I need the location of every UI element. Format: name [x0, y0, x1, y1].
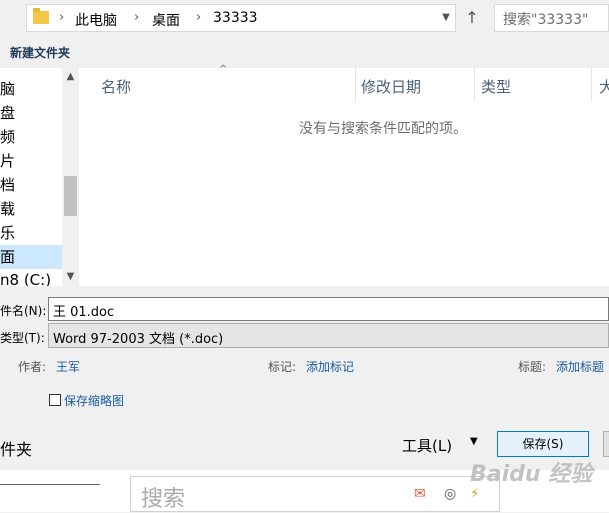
sort-up-icon: ^ [219, 64, 228, 75]
nav-item[interactable]: 脑 [0, 77, 62, 101]
tray-icon[interactable]: ✉ [414, 486, 426, 502]
empty-message: 没有与搜索条件匹配的项。 [299, 121, 467, 137]
tags-label: 标记: [268, 360, 297, 374]
nav-item[interactable]: 档 [0, 173, 62, 197]
chevron-down-icon[interactable]: ▼ [62, 268, 79, 286]
tags-value[interactable]: 添加标记 [306, 358, 354, 375]
breadcrumb-separator: › [134, 10, 140, 25]
nav-item[interactable]: 乐 [0, 221, 62, 245]
filetype-select[interactable]: Word 97-2003 文档 (*.doc) [48, 323, 609, 348]
breadcrumb-separator: › [196, 10, 202, 25]
column-divider[interactable] [355, 68, 356, 102]
tray-icon[interactable]: ⚡ [470, 486, 480, 502]
refresh-icon[interactable]: ↑ [458, 4, 486, 32]
filetype-label: 类型(T): [0, 331, 45, 345]
column-divider[interactable] [591, 68, 592, 102]
watermark: Baidu 经验 [470, 462, 593, 487]
author-value[interactable]: 王军 [56, 358, 80, 375]
column-header-type[interactable]: 类型 [481, 76, 511, 97]
breadcrumb-this-pc[interactable]: 此电脑 [75, 10, 117, 30]
file-list: ^ 名称 修改日期 类型 大 没有与搜索条件匹配的项。 [79, 64, 609, 286]
chevron-up-icon[interactable]: ▲ [62, 68, 79, 86]
address-bar[interactable]: › 此电脑 › 桌面 › 33333 [26, 4, 456, 32]
filename-input[interactable]: 王 01.doc [48, 297, 609, 321]
search-input[interactable]: 搜索"33333" [494, 4, 609, 32]
nav-item[interactable]: 频 [0, 125, 62, 149]
nav-item[interactable]: 载 [0, 197, 62, 221]
filename-label: 件名(N): [0, 304, 47, 318]
save-thumbnail-label[interactable]: 保存缩略图 [64, 392, 124, 409]
nav-item[interactable]: 片 [0, 149, 62, 173]
column-header-name[interactable]: 名称 [101, 76, 131, 97]
nav-item-desktop[interactable]: 面 [0, 245, 62, 269]
cancel-button[interactable] [603, 431, 609, 457]
nav-item[interactable]: 盘 [0, 101, 62, 125]
new-folder-button[interactable]: 新建文件夹 [10, 44, 70, 61]
title-value[interactable]: 添加标题 [556, 358, 604, 375]
tools-button[interactable]: 工具(L) [402, 435, 452, 456]
scrollbar-thumb[interactable] [64, 176, 77, 216]
breadcrumb-separator: › [59, 10, 65, 25]
hide-folders-button[interactable]: 件夹 [0, 436, 32, 460]
navigation-pane: 脑 盘 频 片 档 载 乐 面 n8 (C:) [0, 68, 62, 286]
save-thumbnail-checkbox[interactable] [49, 394, 61, 406]
chevron-down-icon[interactable]: ▼ [470, 436, 478, 447]
nav-item-drive-c[interactable]: n8 (C:) [0, 268, 62, 286]
breadcrumb-desktop[interactable]: 桌面 [152, 10, 180, 30]
column-divider[interactable] [474, 68, 475, 102]
save-button[interactable]: 保存(S) [497, 431, 589, 457]
nav-scrollbar[interactable]: ▲ ▼ [62, 68, 79, 286]
breadcrumb-33333[interactable]: 33333 [213, 10, 258, 26]
chevron-down-icon[interactable]: ▼ [436, 4, 456, 32]
divider [0, 484, 100, 485]
column-header-date[interactable]: 修改日期 [361, 76, 421, 97]
tray-icon[interactable]: ◎ [444, 486, 456, 502]
folder-icon [33, 8, 49, 24]
column-header-size[interactable]: 大 [599, 76, 609, 97]
author-label: 作者: [18, 360, 47, 374]
title-label: 标题: [518, 360, 547, 374]
